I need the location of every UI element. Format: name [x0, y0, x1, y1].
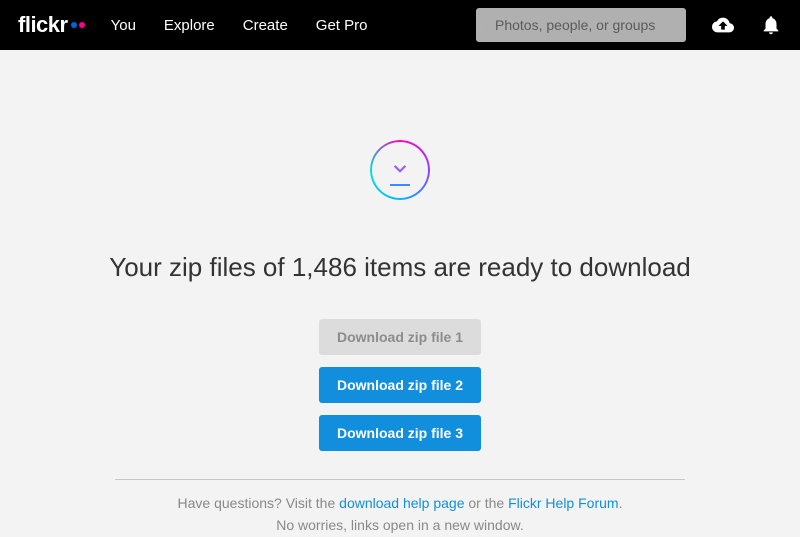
main-content: Your zip files of 1,486 items are ready … — [0, 50, 800, 537]
nav-create[interactable]: Create — [243, 17, 288, 34]
search-icon — [486, 17, 487, 33]
flickr-help-forum-link[interactable]: Flickr Help Forum — [508, 495, 618, 511]
upload-icon[interactable] — [712, 14, 734, 36]
logo-text: flickr — [18, 12, 68, 38]
download-zip-2-button[interactable]: Download zip file 2 — [319, 367, 481, 403]
help-prefix: Have questions? Visit the — [178, 495, 340, 511]
help-suffix: . — [619, 495, 623, 511]
download-help-link[interactable]: download help page — [339, 495, 464, 511]
download-underline-icon — [390, 184, 410, 187]
divider — [115, 479, 685, 480]
search-box[interactable] — [476, 8, 686, 42]
download-arrow-icon — [387, 155, 413, 186]
nav-explore[interactable]: Explore — [164, 17, 215, 34]
search-input[interactable] — [495, 17, 676, 33]
notifications-icon[interactable] — [760, 14, 782, 36]
logo-dots — [71, 22, 85, 28]
top-navbar: flickr You Explore Create Get Pro — [0, 0, 800, 50]
nav-links: You Explore Create Get Pro — [111, 17, 368, 34]
help-line2: No worries, links open in a new window. — [276, 517, 523, 533]
download-zip-3-button[interactable]: Download zip file 3 — [319, 415, 481, 451]
nav-you[interactable]: You — [111, 17, 136, 34]
help-text: Have questions? Visit the download help … — [178, 492, 623, 537]
headline-text: Your zip files of 1,486 items are ready … — [109, 252, 691, 283]
download-zip-1-button: Download zip file 1 — [319, 319, 481, 355]
flickr-logo[interactable]: flickr — [18, 12, 85, 38]
help-middle: or the — [465, 495, 509, 511]
download-badge-icon — [370, 140, 430, 200]
nav-get-pro[interactable]: Get Pro — [316, 17, 368, 34]
